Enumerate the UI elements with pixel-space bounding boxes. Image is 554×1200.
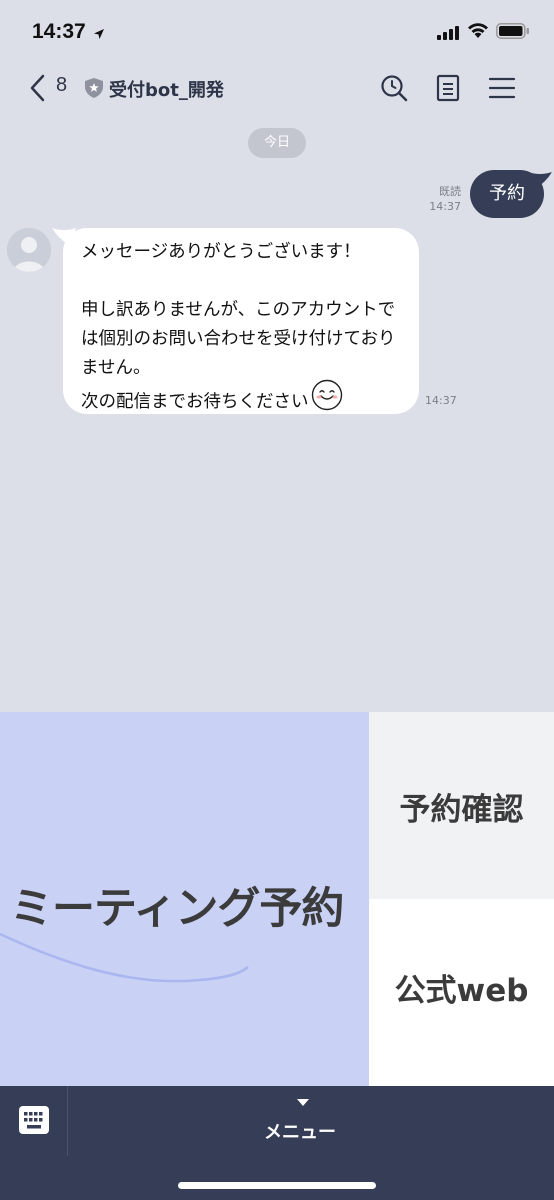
official-web-label: 公式web — [394, 973, 529, 1009]
menu-icon[interactable] — [488, 74, 516, 106]
sent-message-time: 14:37 — [429, 200, 461, 213]
bottom-bar: メニュー — [0, 1086, 554, 1200]
chat-title: 受付bot_開発 — [109, 80, 224, 101]
cellular-signal-icon — [437, 25, 461, 44]
shield-star-icon — [84, 77, 104, 103]
chevron-left-icon — [30, 74, 45, 102]
meeting-reservation-button[interactable]: ミーティング予約 — [0, 712, 369, 1086]
read-receipt: 既読 — [439, 185, 461, 198]
menu-toggle-button[interactable]: メニュー — [240, 1096, 360, 1148]
chat-header: 8 受付bot_開発 — [0, 60, 554, 118]
home-indicator[interactable] — [178, 1182, 376, 1189]
received-message-bubble[interactable]: メッセージありがとうございます！ 申し訳ありませんが、このアカウントでは個別のお… — [63, 228, 419, 414]
default-avatar-icon — [7, 228, 51, 272]
wifi-icon — [467, 22, 489, 43]
received-message-text: メッセージありがとうございます！ 申し訳ありませんが、このアカウントでは個別のお… — [81, 242, 396, 412]
rich-menu: ミーティング予約 予約確認 公式web — [0, 712, 554, 1086]
reservation-confirm-label: 予約確認 — [399, 792, 524, 828]
sent-message-meta: 既読 14:37 — [429, 184, 461, 214]
notes-icon[interactable] — [436, 74, 460, 106]
meeting-reservation-label: ミーティング予約 — [10, 884, 344, 934]
menu-toggle-label: メニュー — [264, 1122, 336, 1143]
unread-count: 8 — [56, 74, 68, 96]
search-icon[interactable] — [380, 74, 408, 106]
date-divider: 今日 — [248, 128, 306, 158]
status-time: 14:37 — [32, 20, 86, 43]
avatar[interactable] — [7, 228, 51, 272]
bottom-divider — [67, 1086, 68, 1156]
official-web-button[interactable]: 公式web — [369, 899, 554, 1086]
sent-message-bubble[interactable]: 予約 — [470, 170, 544, 218]
location-arrow-icon — [93, 25, 105, 44]
triangle-down-icon — [297, 1099, 309, 1106]
back-button[interactable]: 8 — [28, 74, 78, 104]
received-message-time: 14:37 — [425, 394, 457, 407]
smiling-face-emoji-icon — [311, 379, 343, 421]
reservation-confirm-button[interactable]: 予約確認 — [369, 712, 554, 899]
status-bar: 14:37 — [0, 0, 554, 60]
battery-icon — [496, 23, 530, 43]
keyboard-icon[interactable] — [19, 1106, 49, 1138]
